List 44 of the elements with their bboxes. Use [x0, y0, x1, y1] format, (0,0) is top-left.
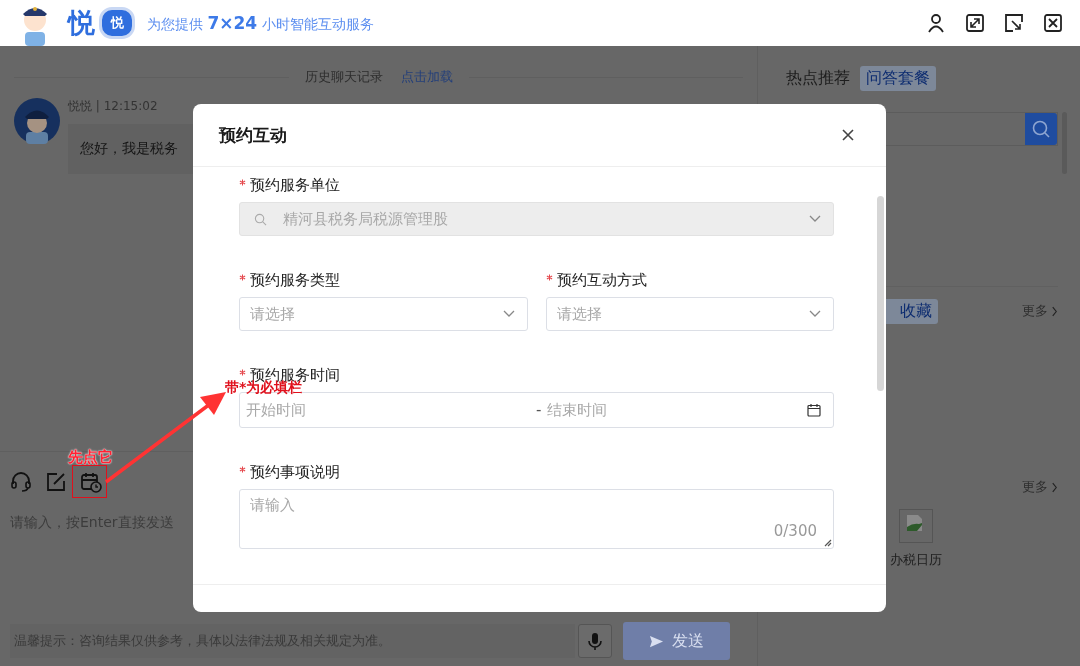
- edit-icon[interactable]: [45, 471, 67, 493]
- fullscreen-icon[interactable]: [965, 13, 985, 33]
- highlight-frame: [72, 465, 107, 498]
- load-history-link[interactable]: 点击加载: [400, 68, 453, 86]
- field-label: 预约服务单位: [250, 175, 340, 195]
- field-label: 预约事项说明: [250, 462, 340, 482]
- send-button[interactable]: 发送: [623, 622, 730, 660]
- chevron-right-icon[interactable]: [1051, 481, 1058, 493]
- more-link[interactable]: 更多: [1022, 478, 1058, 496]
- chevron-down-icon[interactable]: [502, 310, 515, 318]
- broken-image-icon[interactable]: [899, 509, 933, 543]
- annotation-label: 先点它: [68, 448, 113, 467]
- scrollbar[interactable]: [877, 196, 884, 391]
- textarea-field[interactable]: 请输入 0/300: [239, 489, 834, 549]
- char-counter: 0/300: [773, 522, 817, 540]
- brand-logo: 悦: [68, 6, 95, 40]
- select-field[interactable]: 请选择: [239, 297, 528, 331]
- sidebar-tab[interactable]: 问答套餐: [860, 65, 936, 91]
- close-icon[interactable]: [1043, 13, 1063, 33]
- search-icon[interactable]: [1031, 119, 1051, 139]
- headset-icon[interactable]: [10, 471, 32, 493]
- voice-button[interactable]: [578, 624, 612, 658]
- calendar-clock-icon[interactable]: [80, 471, 102, 493]
- tile-label[interactable]: 办税日历: [890, 551, 942, 569]
- calendar-icon[interactable]: [807, 403, 821, 417]
- dialog-title: 预约互动: [219, 123, 287, 147]
- close-icon[interactable]: [841, 128, 855, 142]
- send-icon[interactable]: [649, 633, 664, 649]
- resize-handle-icon[interactable]: [824, 539, 832, 547]
- microphone-icon[interactable]: [585, 631, 605, 651]
- field-label: 预约互动方式: [556, 270, 647, 290]
- user-icon[interactable]: [926, 13, 946, 33]
- chevron-down-icon[interactable]: [809, 310, 821, 318]
- exit-icon[interactable]: [1004, 13, 1024, 33]
- slogan: 为您提供 7×24 小时智能互动服务: [147, 12, 374, 34]
- search-button[interactable]: [1025, 113, 1057, 145]
- search-icon: [254, 212, 267, 226]
- more-link[interactable]: 更多: [1022, 302, 1058, 320]
- logo-badge: 悦: [99, 7, 135, 39]
- sidebar-tab[interactable]: 热点推荐: [780, 65, 856, 91]
- avatar-icon: [14, 98, 60, 144]
- select-field[interactable]: 请选择: [545, 297, 834, 331]
- chevron-right-icon[interactable]: [1051, 305, 1058, 317]
- field-label: 预约服务类型: [250, 270, 340, 290]
